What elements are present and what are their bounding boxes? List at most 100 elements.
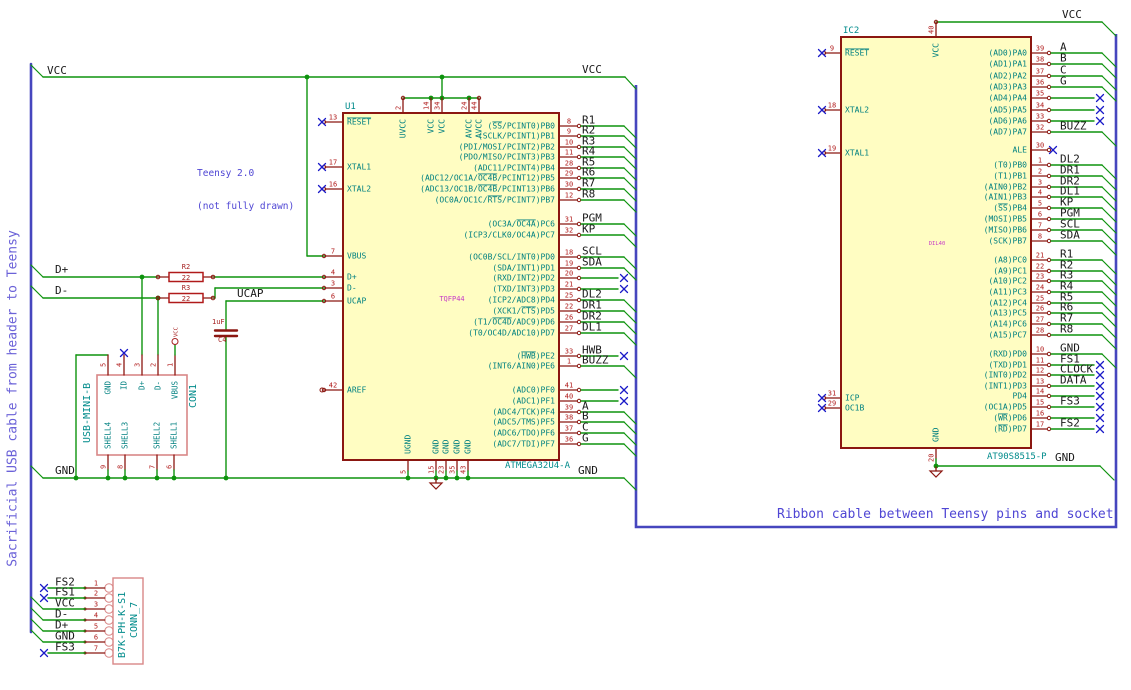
pin-name: (AD1)PA1 bbox=[988, 60, 1027, 69]
bus-entry bbox=[623, 299, 637, 313]
pin-number: 7 bbox=[331, 248, 335, 256]
pin-name: (T1)PB1 bbox=[993, 172, 1027, 181]
wire-end-circle bbox=[104, 648, 114, 658]
pin-name: D- bbox=[154, 381, 163, 390]
wire-end-circle bbox=[1046, 278, 1052, 284]
pin-number: 19 bbox=[828, 145, 836, 153]
connector-CONN_7[interactable]: B7K-PH-K-S1 CONN_71FS22FS13VCC4D-5D+6GND7… bbox=[30, 576, 144, 665]
schematic-drawing[interactable]: U1TQFP44ATMEGA32U4-A13 RESET17 XTAL116 XTAL… bbox=[0, 0, 1131, 690]
pin-name: (AIN1)PB3 bbox=[984, 193, 1028, 202]
resistor-R2[interactable]: R222 bbox=[155, 263, 216, 283]
pin-name: AVCC bbox=[475, 119, 484, 138]
pin-name: XTAL1 bbox=[347, 163, 371, 172]
pin-name: ALE bbox=[1013, 146, 1028, 155]
wire-end-circle bbox=[576, 165, 582, 171]
pin-name: (SS)PB4 bbox=[993, 204, 1027, 213]
pin-number: 23 bbox=[438, 466, 446, 474]
wire-end-circle bbox=[576, 265, 582, 271]
pin-name: (T0/OC4D/ADC10)PD7 bbox=[468, 329, 555, 338]
pin-number: 17 bbox=[1036, 421, 1044, 429]
net-label: FS2 bbox=[1060, 417, 1080, 430]
pin-name: (OC1A)PD5 bbox=[984, 403, 1028, 412]
wire-end-circle bbox=[104, 637, 114, 647]
pin-number: 34 bbox=[434, 102, 442, 110]
pin-number: 14 bbox=[1036, 388, 1044, 396]
pin-name: (OC3A/OC4A)PC6 bbox=[488, 220, 556, 229]
pin-name: ICP bbox=[845, 394, 860, 403]
pin-number: 1 bbox=[567, 358, 571, 366]
pin-number: 9 bbox=[100, 465, 108, 469]
pin-number: 4 bbox=[1038, 189, 1042, 197]
pin-number: 13 bbox=[1036, 378, 1044, 386]
wire-end-circle bbox=[1046, 289, 1052, 295]
wire-end-circle bbox=[1046, 321, 1052, 327]
ic-part-name: ATMEGA32U4-A bbox=[505, 461, 571, 471]
wire-end-circle bbox=[1046, 351, 1052, 357]
pin-number: 6 bbox=[1038, 211, 1042, 219]
gnd-symbol-icon bbox=[928, 470, 944, 478]
net-label: SDA bbox=[1060, 229, 1080, 242]
pin-number: 5 bbox=[1038, 200, 1042, 208]
pin-number: 2 bbox=[94, 590, 98, 598]
ic-U1[interactable]: U1TQFP44ATMEGA32U4-A13 RESET17 XTAL116 XTAL… bbox=[317, 97, 637, 479]
wire-end-circle bbox=[1046, 95, 1052, 101]
power-flag-vcc[interactable]: VCC bbox=[171, 327, 180, 356]
pin-number: 26 bbox=[1036, 305, 1044, 313]
pin-name: GND bbox=[442, 439, 451, 454]
wire-end-circle bbox=[576, 275, 582, 281]
connector-reference: CONN_7 bbox=[129, 602, 140, 638]
pin-number: 2 bbox=[150, 363, 158, 367]
wire-end-circle bbox=[104, 583, 114, 593]
net-label: VCC bbox=[1062, 8, 1082, 21]
pin-name: GND bbox=[464, 439, 473, 454]
bus-entry bbox=[623, 310, 637, 324]
pin-number: 38 bbox=[1036, 56, 1044, 64]
pin-number: 43 bbox=[460, 466, 468, 474]
wire-end-circle bbox=[104, 615, 114, 625]
pin-number: 31 bbox=[828, 390, 836, 398]
resistor-R3[interactable]: R322 bbox=[155, 284, 216, 304]
pin-number: 21 bbox=[1036, 252, 1044, 260]
pin-number: 23 bbox=[1036, 273, 1044, 281]
pin-number: 29 bbox=[565, 170, 573, 178]
wire-end-circle bbox=[576, 254, 582, 260]
pin-name: (SCLK/PCINT1)PB1 bbox=[478, 132, 555, 141]
pin-number: 33 bbox=[1036, 113, 1044, 121]
pin-number: 40 bbox=[565, 393, 573, 401]
bus-entry bbox=[30, 629, 44, 643]
pin-number: 35 bbox=[1036, 90, 1044, 98]
pin-name: UVCC bbox=[399, 119, 408, 138]
resistor-value: 22 bbox=[182, 295, 190, 303]
pin-name: (AD5)PA5 bbox=[988, 106, 1027, 115]
pin-number: 20 bbox=[565, 270, 573, 278]
bus-entry bbox=[623, 135, 637, 149]
pin-number: 5 bbox=[100, 363, 108, 367]
pin-number: 5 bbox=[94, 623, 98, 631]
net-label: FS3 bbox=[55, 641, 75, 654]
schematic-canvas[interactable]: U1 TQFP44 ATMEGA32U4-A 13 RESET 17 XTAL1 16 XTAL… bbox=[0, 0, 1131, 690]
capacitor-C4[interactable]: 1uF C4 bbox=[212, 318, 239, 344]
pin-number: 32 bbox=[565, 227, 573, 235]
wire-end-circle bbox=[576, 387, 582, 393]
wire-end-circle bbox=[1046, 257, 1052, 263]
pin-name: (ADC13/OC1B/OC4B/PCINT13)PB6 bbox=[420, 185, 555, 194]
pin-name: AREF bbox=[347, 386, 366, 395]
pin-name: (ADC5/TMS)PF5 bbox=[492, 418, 555, 427]
bus-entry bbox=[624, 76, 637, 90]
pin-name: (AD7)PA7 bbox=[988, 128, 1027, 137]
pin-name: (TXD/INT3)PD3 bbox=[492, 285, 555, 294]
pin-name: (RXD)PD0 bbox=[988, 350, 1027, 359]
pin-name: SHELL1 bbox=[170, 422, 179, 449]
pin-name: (ADC7/TDI)PF7 bbox=[492, 440, 555, 449]
pin-name: (SDA/INT1)PD1 bbox=[492, 264, 555, 273]
wire-end-circle bbox=[576, 175, 582, 181]
wire-end-circle bbox=[1046, 129, 1052, 135]
wire-end-circle bbox=[1046, 393, 1052, 399]
connector-CON1[interactable]: USB-MINI-B CON1 5 GND 4 ID 3 D+ 2 D- 1 VBUS 9 SHELL4 8… bbox=[82, 354, 199, 479]
wire-end-circle bbox=[1046, 107, 1052, 113]
ic-IC2[interactable]: IC2DIL40AT90S8515-P9 RESET18 XTAL219 XTAL13… bbox=[817, 21, 1117, 467]
bus-entry bbox=[30, 285, 44, 299]
pin-name: (OC0B/SCL/INT0)PD0 bbox=[468, 253, 555, 262]
wire-end-circle bbox=[171, 338, 179, 345]
ic-reference: U1 bbox=[345, 102, 356, 112]
